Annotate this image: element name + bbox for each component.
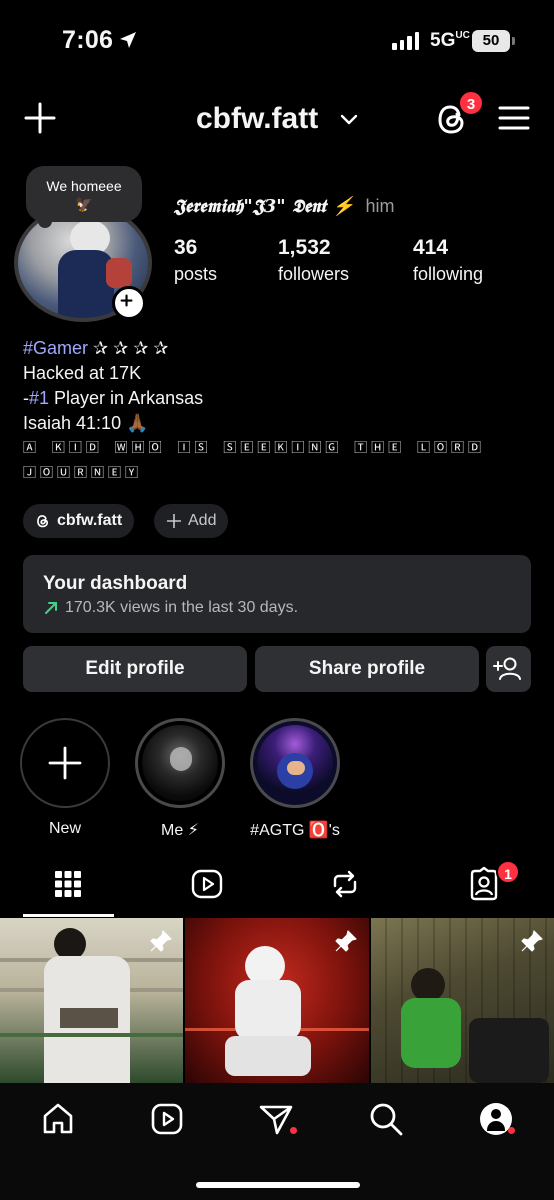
avatar-jersey-shape [58, 250, 114, 318]
note-text: We homeee [46, 178, 122, 194]
chevron-down-icon[interactable] [340, 112, 358, 126]
stat-label: followers [278, 264, 350, 284]
threads-handle-chip[interactable]: cbfw.fatt [23, 504, 135, 538]
search-icon[interactable] [368, 1101, 404, 1137]
dashboard-title: Your dashboard [43, 573, 188, 594]
reels-icon[interactable] [149, 1101, 185, 1137]
battery-indicator: 50 [472, 30, 510, 52]
trend-up-arrow-icon [45, 602, 57, 614]
pin-icon [335, 930, 357, 952]
highlight-agtg[interactable]: #AGTG 🅾️'s [249, 718, 341, 840]
grid-post-2[interactable] [185, 918, 369, 1083]
status-bar: 7:06 5GUC 50 [0, 0, 554, 90]
highlight-cover [250, 718, 340, 808]
plus-icon [167, 514, 181, 528]
home-icon[interactable] [40, 1101, 76, 1137]
cellular-signal-icon [392, 32, 419, 50]
stat-label: posts [174, 264, 218, 284]
stat-value: 414 [413, 236, 449, 259]
notifications-badge: 3 [458, 90, 484, 116]
grid-post-3[interactable] [371, 918, 554, 1083]
dashboard-subtitle: 170.3K views in the last 30 days. [65, 599, 299, 616]
stat-followers[interactable]: 1,532 followers [278, 236, 349, 285]
highlight-label: #AGTG 🅾️'s [250, 822, 340, 839]
location-arrow-icon [120, 32, 136, 48]
stat-value: 1,532 [278, 236, 331, 259]
threads-icon [37, 515, 49, 528]
status-time: 7:06 [62, 26, 114, 54]
posts-grid [0, 918, 554, 1083]
highlight-me[interactable]: Me ⚡ [134, 718, 226, 840]
bio-line: -#1 Player in Arkansas [23, 388, 204, 408]
profile-bio: #Gamer ✰ ✰ ✰ ✰ Hacked at 17K -#1 Player … [23, 336, 523, 486]
highlight-cover [135, 718, 225, 808]
create-plus-icon[interactable] [22, 100, 58, 136]
tagged-badge: 1 [496, 860, 520, 884]
grid-post-1[interactable] [0, 918, 183, 1083]
profile-header: cbfw.fatt 3 [0, 90, 554, 150]
reels-icon[interactable] [189, 866, 225, 902]
add-link-chip[interactable]: Add [154, 504, 229, 538]
note-emoji: 🦅 [75, 196, 93, 212]
note-bubble[interactable]: We homeee 🦅 [26, 166, 142, 222]
stat-value: 36 [174, 236, 198, 259]
grid-icon[interactable] [50, 866, 86, 902]
avatar-head-shape [491, 1109, 501, 1119]
hashtag-link[interactable]: #Gamer [23, 338, 88, 358]
new-highlight-circle [20, 718, 110, 808]
highlight-label: Me ⚡ [161, 822, 199, 839]
reposts-icon[interactable] [327, 866, 363, 902]
network-type: 5GUC [430, 30, 470, 51]
messages-unread-dot [290, 1127, 297, 1134]
pronouns: him [365, 196, 395, 216]
bio-line: Hacked at 17K [23, 363, 142, 383]
avatar-sleeve-shape [106, 258, 132, 288]
add-person-icon [493, 657, 521, 680]
pin-icon [150, 930, 172, 952]
battery-cap [512, 37, 515, 45]
stat-following[interactable]: 414 following [413, 236, 483, 285]
add-story-plus-icon[interactable] [112, 286, 146, 320]
bio-line: Isaiah 41:10 🙏🏾 [23, 413, 149, 433]
threads-handle: cbfw.fatt [57, 512, 123, 529]
plus-icon [48, 746, 82, 780]
bio-line: 🄰 🄺🄸🄳 🅆🄷🄾 🄸🅂 🅂🄴🄴🄺🄸🄽🄶 🅃🄷🄴 🄻🄾🅁🄳 [23, 441, 485, 456]
share-profile-button[interactable]: Share profile [255, 646, 479, 692]
edit-profile-button[interactable]: Edit profile [23, 646, 247, 692]
highlight-new[interactable]: New [19, 718, 111, 838]
pin-icon [521, 930, 543, 952]
stat-posts[interactable]: 36 posts [174, 236, 217, 285]
display-name: 𝕵𝖊𝖗𝖊𝖒𝖎𝖆𝖍"𝕵3" 𝕯𝖊𝖓𝖙 ⚡ [174, 196, 355, 217]
bio-line: 🄹🄾🅄🅁🄽🄴🅈 [23, 466, 143, 481]
discover-people-button[interactable] [486, 646, 531, 692]
stat-label: following [413, 264, 484, 284]
display-name-row: 𝕵𝖊𝖗𝖊𝖒𝖎𝖆𝖍"𝕵3" 𝕯𝖊𝖓𝖙 ⚡ him [174, 196, 394, 217]
bio-line: #Gamer ✰ ✰ ✰ ✰ [23, 338, 169, 358]
professional-dashboard[interactable]: Your dashboard 170.3K views in the last … [23, 555, 531, 633]
active-tab-indicator [23, 914, 114, 917]
add-link-label: Add [188, 512, 217, 529]
messages-icon[interactable] [258, 1101, 294, 1137]
profile-tabs: 1 [0, 860, 554, 918]
username-switcher[interactable]: cbfw.fatt [196, 102, 318, 136]
home-indicator [196, 1182, 360, 1188]
highlight-label: New [48, 820, 81, 837]
avatar-body-shape [487, 1121, 505, 1131]
profile-notification-dot [508, 1127, 515, 1134]
hamburger-menu-icon[interactable] [498, 104, 530, 132]
hashtag-link[interactable]: #1 [29, 388, 49, 408]
